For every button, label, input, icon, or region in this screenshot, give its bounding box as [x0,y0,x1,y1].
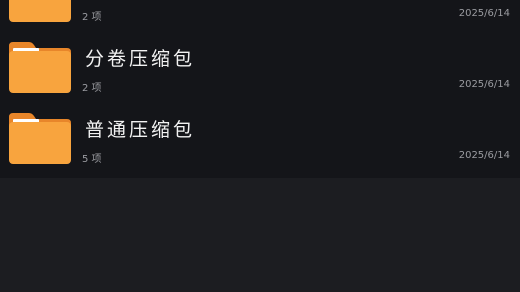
item-count: 2 项 [82,83,102,94]
item-name: 分卷压缩包 [85,48,196,70]
list-item[interactable]: 普通压缩包 5 项 2025/6/14 [0,101,520,171]
item-date: 2025/6/14 [458,150,510,161]
file-list: 2 项 2025/6/14 分卷压缩包 2 项 2025/6/14 普通压缩包 … [0,0,520,178]
item-name: 普通压缩包 [85,119,196,141]
item-date: 2025/6/14 [458,79,510,90]
list-item[interactable]: 2 项 2025/6/14 [0,0,520,29]
item-count: 2 项 [82,12,102,23]
item-date: 2025/6/14 [458,8,510,19]
folder-icon [7,40,73,94]
list-item[interactable]: 分卷压缩包 2 项 2025/6/14 [0,30,520,100]
folder-icon [7,111,73,165]
folder-icon [7,0,73,23]
item-count: 5 项 [82,154,102,165]
